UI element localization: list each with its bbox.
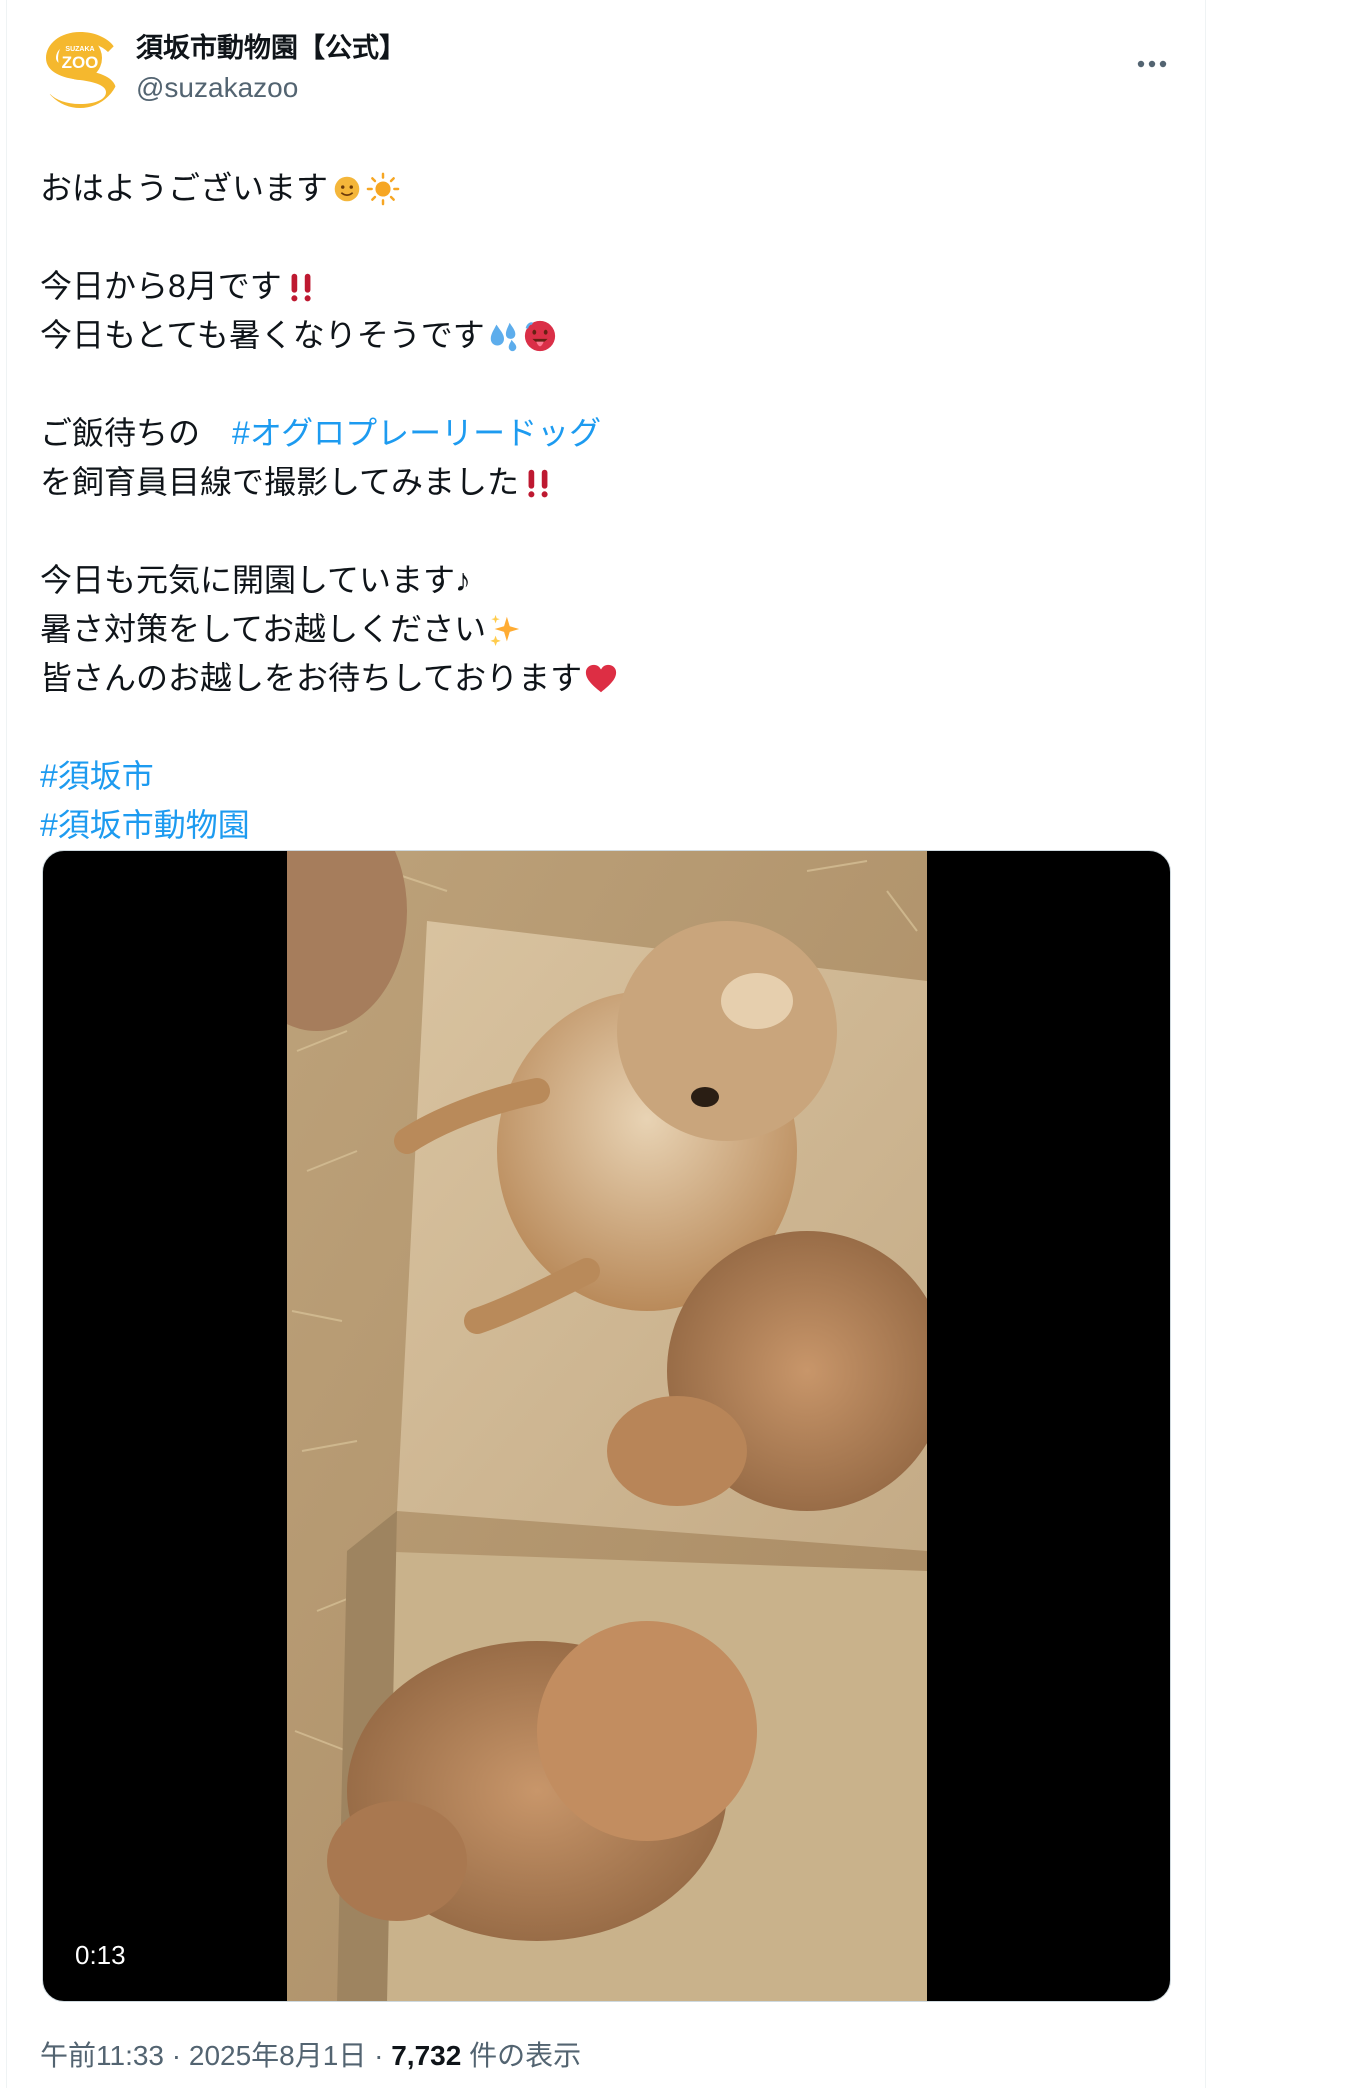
meta-separator: · — [366, 2040, 392, 2071]
handle[interactable]: @suzakazoo — [136, 68, 406, 108]
text-line: 暑さ対策をしてお越しください — [40, 605, 1172, 654]
view-count-label: 件の表示 — [461, 2040, 582, 2071]
sparkles-icon — [490, 614, 520, 646]
text-segment: 今日もとても暑くなりそうです — [40, 317, 485, 353]
text-segment: ご飯待ちの — [40, 415, 233, 451]
text-line: 今日から8月です — [40, 262, 1172, 311]
text-segment: 皆さんのお越しをお待ちしております — [40, 660, 583, 696]
red-heart-icon — [585, 664, 617, 692]
page: SUZAKA ZOO 須坂市動物園【公式】 @suzakazoo おはようござい… — [0, 0, 1366, 2088]
text-line: 今日もとても暑くなりそうです — [40, 311, 1172, 360]
double-exclamation-icon — [528, 469, 548, 497]
user-names: 須坂市動物園【公式】 @suzakazoo — [136, 30, 406, 108]
suzaka-zoo-logo: SUZAKA ZOO — [40, 28, 120, 108]
sweat-droplets-icon — [490, 322, 517, 351]
post-time-link[interactable]: 午前11:33 — [40, 2040, 164, 2071]
text-line: を飼育員目線で撮影してみました — [40, 458, 1172, 507]
video-player[interactable]: 0:13 — [42, 850, 1171, 2002]
left-border — [6, 0, 7, 2088]
text-segment: を飼育員目線で撮影してみました — [40, 464, 520, 500]
right-border — [1205, 0, 1206, 2088]
text-segment: 今日から8月です — [40, 268, 282, 304]
text-line: ご飯待ちの #オグロプレーリードッグ — [40, 409, 1172, 458]
text-line: #須坂市 — [40, 752, 1172, 801]
more-horizontal-icon — [1137, 60, 1167, 68]
video-frame[interactable] — [287, 851, 927, 2001]
text-line: おはようございます — [40, 164, 1172, 213]
meta-separator: · — [164, 2040, 189, 2071]
text-segment: 暑さ対策をしてお越しください — [40, 611, 487, 647]
tweet-header: SUZAKA ZOO 須坂市動物園【公式】 @suzakazoo — [40, 24, 1172, 116]
avatar[interactable]: SUZAKA ZOO — [40, 28, 120, 108]
hashtag-link-prairie-dog[interactable]: #オグロプレーリードッグ — [232, 409, 601, 458]
hashtag-link-suzaka-zoo[interactable]: #須坂市動物園 — [40, 801, 250, 850]
more-button[interactable] — [1130, 42, 1174, 86]
post-date-link[interactable]: 2025年8月1日 — [189, 2040, 366, 2071]
tweet-meta: 午前11:33 · 2025年8月1日 · 7,732 件の表示 — [40, 2036, 581, 2076]
sun-icon — [366, 172, 400, 205]
hot-face-icon — [524, 320, 555, 351]
text-segment: 今日も元気に開園しています♪ — [40, 562, 472, 598]
hashtag-link-suzaka[interactable]: #須坂市 — [40, 752, 154, 801]
video-duration: 0:13 — [75, 1940, 126, 1970]
text-line: 今日も元気に開園しています♪ — [40, 556, 1172, 605]
sun-with-face-icon — [334, 176, 360, 201]
avatar-text-main: ZOO — [62, 53, 99, 72]
text-line: 皆さんのお越しをお待ちしております — [40, 654, 1172, 703]
text-line: #須坂市動物園 — [40, 801, 1172, 850]
view-count[interactable]: 7,732 — [391, 2040, 461, 2071]
avatar-text-top: SUZAKA — [65, 46, 94, 53]
tweet: SUZAKA ZOO 須坂市動物園【公式】 @suzakazoo おはようござい… — [40, 24, 1172, 2071]
tweet-text: おはようございます 今日から8月です 今日もとても暑くなりそうです ご飯待ちの … — [40, 164, 1172, 850]
text-segment: おはようございます — [40, 170, 329, 206]
double-exclamation-icon — [291, 273, 311, 301]
prairie-dog-video-thumbnail — [287, 851, 927, 2001]
display-name[interactable]: 須坂市動物園【公式】 — [136, 30, 406, 66]
